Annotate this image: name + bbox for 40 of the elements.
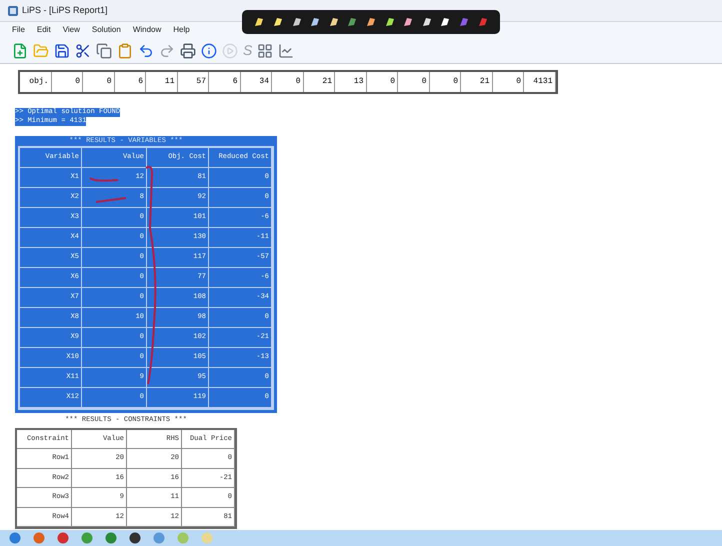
pen-tool-icon[interactable] (328, 16, 340, 28)
menu-item[interactable]: Window (132, 24, 162, 36)
objective-cell: 21 (304, 72, 335, 92)
pen-tool-icon[interactable] (253, 16, 266, 28)
info-icon[interactable] (201, 42, 217, 58)
taskbar-app-icon[interactable] (128, 532, 142, 544)
pen-tool-icon[interactable] (309, 16, 322, 28)
app-icon (8, 6, 18, 16)
pen-stroke (89, 177, 118, 182)
pen-tool-icon[interactable] (384, 16, 396, 28)
new-file-icon[interactable] (12, 42, 28, 58)
cut-icon[interactable] (75, 42, 91, 58)
print-icon[interactable] (180, 42, 196, 58)
objective-cell: 0 (366, 72, 398, 92)
objective-cell: 6 (114, 72, 146, 92)
pen-tool-icon[interactable] (290, 16, 303, 28)
menu-item[interactable]: View (62, 24, 80, 36)
objective-cell: 34 (240, 72, 272, 92)
grid-icon[interactable] (257, 42, 274, 58)
pen-stroke (96, 197, 126, 203)
window-title: LiPS - [LiPS Report1] (22, 4, 108, 17)
redo-icon[interactable] (159, 42, 175, 58)
paste-icon[interactable] (117, 42, 133, 58)
objective-cell: 0 (430, 72, 461, 92)
pen-tool-icon[interactable] (402, 16, 414, 28)
save-icon[interactable] (54, 42, 70, 58)
menu-item[interactable]: Help (173, 24, 190, 36)
menu-item[interactable]: Edit (36, 24, 51, 36)
objective-cell: 57 (178, 72, 209, 92)
pen-tool-icon[interactable] (420, 16, 433, 28)
pen-tool-icon[interactable] (364, 16, 377, 28)
copy-icon[interactable] (96, 42, 112, 58)
pen-tool-icon[interactable] (439, 16, 452, 28)
menu-item[interactable]: Solution (92, 24, 121, 36)
chart-icon[interactable] (278, 42, 294, 58)
pen-tool-icon[interactable] (272, 16, 284, 28)
undo-icon[interactable] (138, 42, 154, 58)
menu-item[interactable]: File (12, 24, 25, 36)
objective-cell: 0 (52, 72, 83, 92)
objective-cell: 0 (492, 72, 524, 92)
